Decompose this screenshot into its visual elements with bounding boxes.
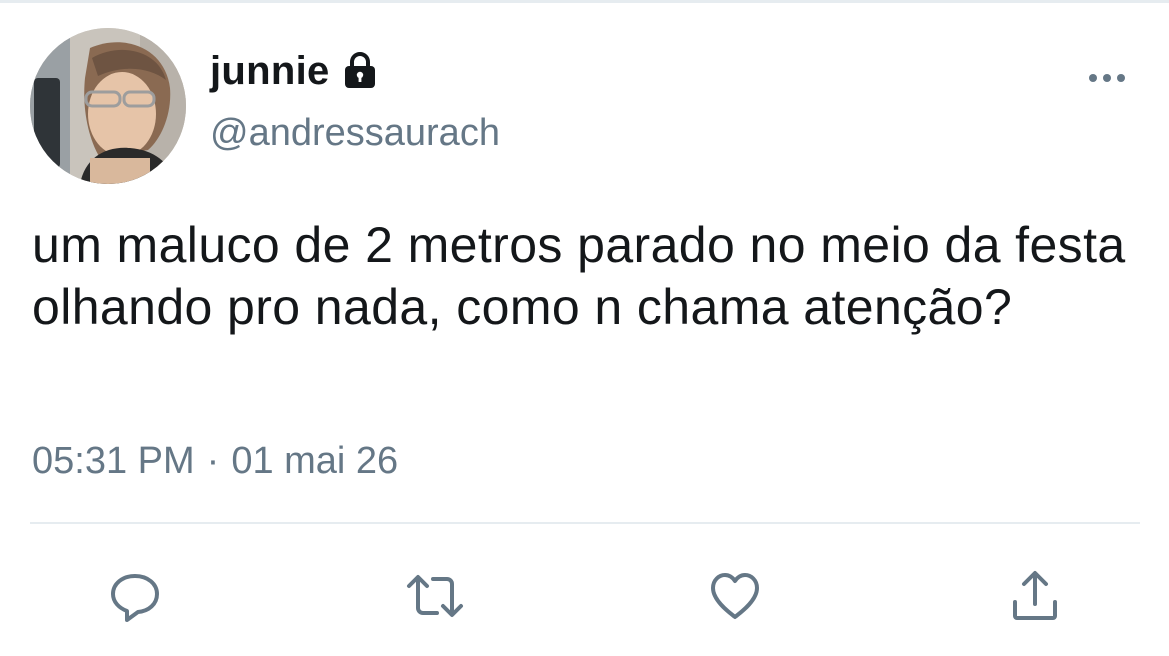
tweet-date: 01 mai 26: [231, 440, 399, 482]
avatar[interactable]: [30, 28, 186, 184]
reply-icon: [107, 568, 163, 629]
like-button[interactable]: [705, 568, 765, 628]
lock-icon: [340, 51, 380, 91]
more-horizontal-icon[interactable]: [1085, 64, 1129, 92]
share-button[interactable]: [1005, 568, 1065, 628]
author-name-row[interactable]: junnie: [210, 46, 380, 96]
reply-button[interactable]: [105, 568, 165, 628]
timestamp-separator: ·: [206, 440, 220, 482]
retweet-icon: [405, 568, 465, 629]
display-name[interactable]: junnie: [210, 49, 330, 94]
tweet-timestamp[interactable]: 05:31 PM · 01 mai 26: [32, 440, 398, 483]
heart-icon: [707, 568, 763, 629]
tweet-time: 05:31 PM: [32, 440, 195, 482]
share-icon: [1007, 568, 1063, 629]
top-divider: [0, 0, 1169, 3]
tweet-text: um maluco de 2 metros parado no meio da …: [32, 217, 1126, 335]
retweet-button[interactable]: [405, 568, 465, 628]
actions-divider: [30, 522, 1140, 524]
author-handle[interactable]: @andressaurach: [210, 112, 500, 155]
